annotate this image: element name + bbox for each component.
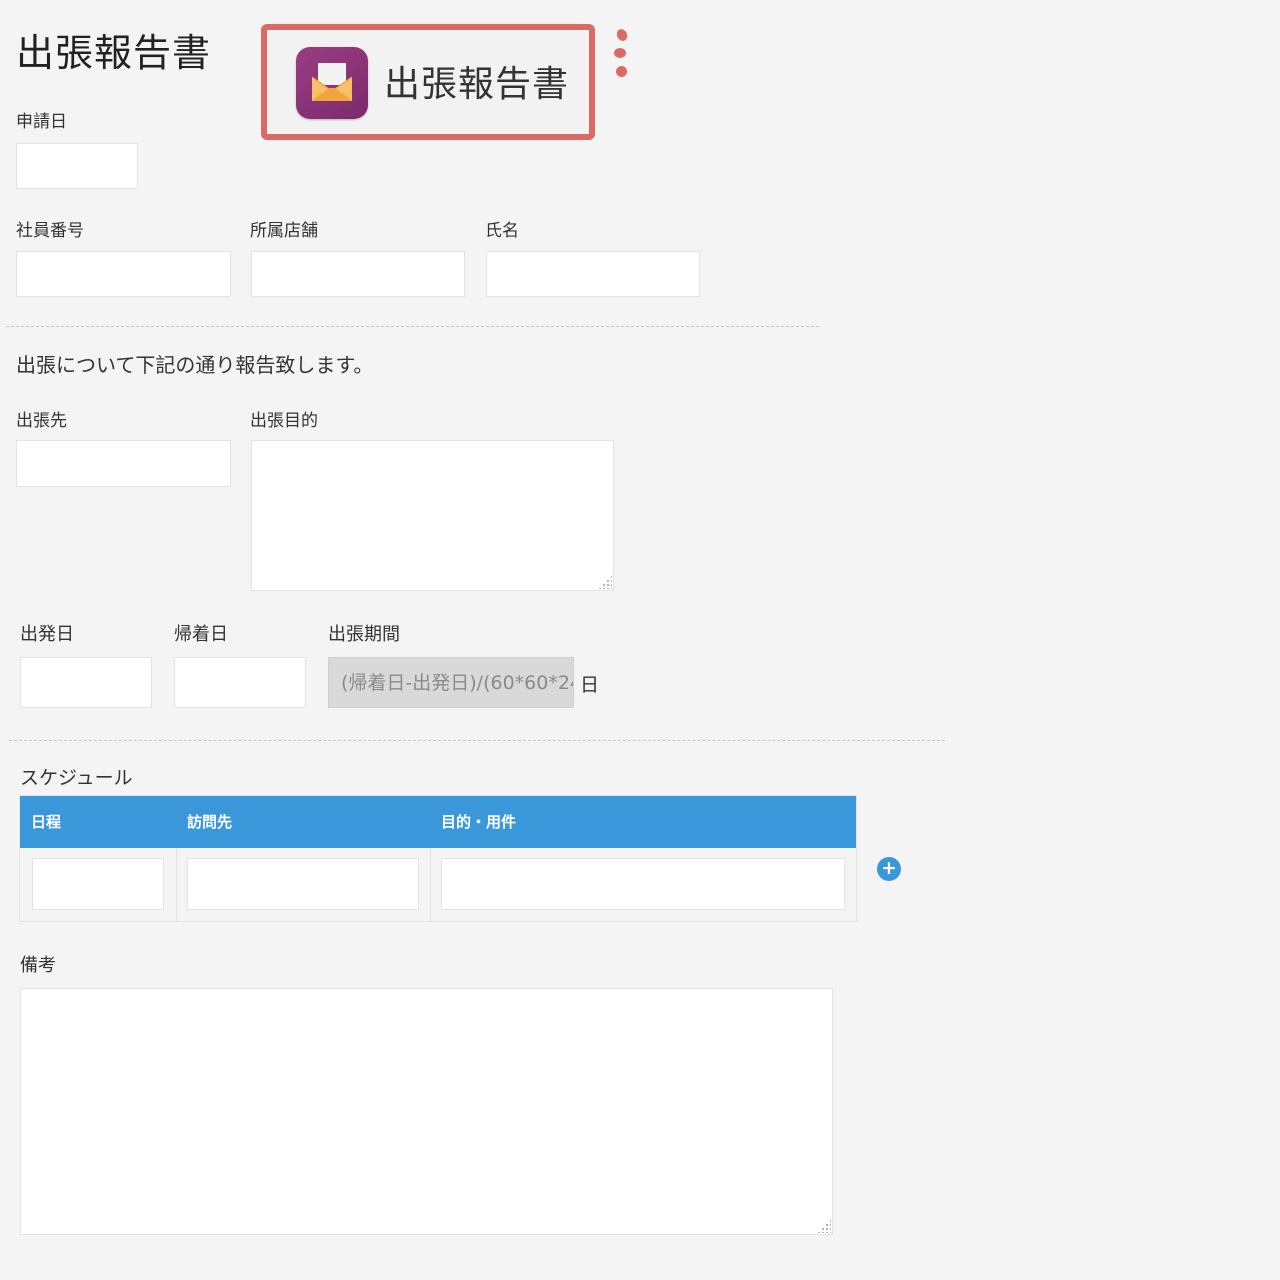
name-input[interactable] [486, 251, 700, 297]
return-date-label: 帰着日 [174, 624, 228, 645]
schedule-date-input[interactable] [32, 858, 164, 910]
decoration-dot [614, 27, 630, 43]
section-divider [6, 326, 819, 327]
destination-input[interactable] [16, 440, 231, 487]
schedule-table-header: 日程 訪問先 目的・用件 [20, 796, 856, 848]
form-title: 出張報告書 [16, 31, 212, 75]
envelope-icon [311, 63, 353, 101]
add-row-button[interactable]: + [877, 857, 901, 881]
application-date-input[interactable] [16, 143, 138, 189]
column-header-date: 日程 [31, 813, 62, 831]
purpose-textarea[interactable] [251, 440, 614, 591]
trip-period-calculated-field: (帰着日-出発日)/(60*60*24) [328, 657, 574, 708]
trip-period-unit: 日 [580, 674, 600, 696]
schedule-visit-input[interactable] [187, 858, 419, 910]
destination-label: 出張先 [16, 411, 67, 431]
app-badge-title: 出張報告書 [384, 64, 570, 105]
departure-date-label: 出発日 [20, 624, 74, 645]
decoration-dot [616, 66, 627, 77]
column-header-visit-destination: 訪問先 [187, 813, 233, 831]
column-separator [430, 848, 431, 921]
departure-date-input[interactable] [20, 657, 152, 708]
section-divider [9, 740, 945, 741]
remarks-textarea[interactable] [20, 988, 833, 1235]
schedule-label: スケジュール [20, 767, 133, 789]
employee-number-label: 社員番号 [16, 221, 84, 241]
trip-period-label: 出張期間 [328, 624, 400, 645]
store-label: 所属店舗 [250, 221, 318, 241]
application-date-label: 申請日 [16, 112, 67, 132]
schedule-purpose-input[interactable] [441, 858, 845, 910]
store-input[interactable] [251, 251, 465, 297]
name-label: 氏名 [485, 221, 519, 241]
remarks-label: 備考 [20, 955, 56, 976]
return-date-input[interactable] [174, 657, 306, 708]
notice-text: 出張について下記の通り報告致します。 [16, 353, 374, 377]
column-separator [176, 848, 177, 921]
decoration-dot [614, 48, 626, 58]
purpose-label: 出張目的 [250, 411, 318, 431]
schedule-table: 日程 訪問先 目的・用件 [19, 795, 857, 922]
employee-number-input[interactable] [16, 251, 231, 297]
plus-circle-icon: + [881, 857, 897, 879]
column-header-purpose: 目的・用件 [441, 813, 517, 831]
envelope-app-icon [296, 47, 368, 119]
